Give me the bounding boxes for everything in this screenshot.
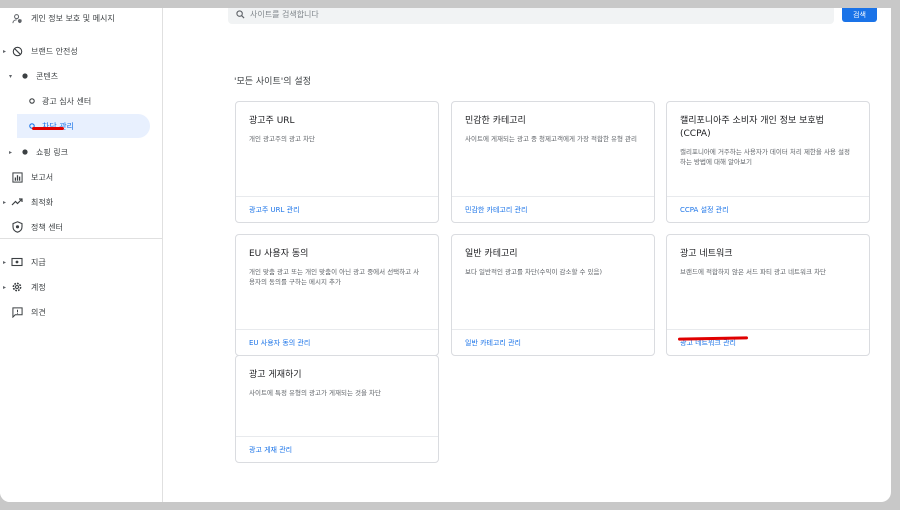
site-search-bar[interactable]: 사이트를 검색합니다 bbox=[228, 8, 834, 24]
sidebar-item-label: 정책 센터 bbox=[31, 222, 63, 232]
card-footer: 광고 네트워크 관리 bbox=[667, 329, 869, 355]
bar-chart-icon bbox=[11, 171, 23, 183]
sidebar-item-label: 콘텐츠 bbox=[36, 71, 59, 81]
card-description: 개인 맞춤 광고 또는 개인 맞춤이 아닌 광고 중에서 선택하고 사용자의 동… bbox=[249, 268, 420, 286]
shield-icon bbox=[11, 221, 23, 233]
sidebar-item-reports[interactable]: 보고서 bbox=[0, 165, 162, 189]
card-advertiser-url: 광고주 URL 개인 광고주의 광고 차단 광고주 URL 관리 bbox=[235, 101, 439, 223]
sidebar-item-policy-center[interactable]: 정책 센터 bbox=[0, 215, 162, 239]
expand-arrow-icon[interactable]: ▸ bbox=[3, 284, 6, 291]
expand-arrow-icon[interactable]: ▸ bbox=[9, 149, 12, 156]
card-ad-serving: 광고 게재하기 사이트에 특정 유형의 광고가 게재되는 것을 차단 광고 게재… bbox=[235, 355, 439, 463]
card-title: EU 사용자 동의 bbox=[249, 249, 309, 259]
sidebar-item-label: 광고 심사 센터 bbox=[42, 96, 92, 106]
sidebar-item-label: 최적화 bbox=[31, 197, 54, 207]
expand-arrow-icon[interactable]: ▸ bbox=[3, 259, 6, 266]
card-ccpa: 캘리포니아주 소비자 개인 정보 보호법 (CCPA) 캘리포니아에 거주하는 … bbox=[666, 101, 870, 223]
sidebar-item-blocking-controls[interactable]: 차단 관리 bbox=[0, 114, 162, 138]
card-description: 브랜드에 적합하지 않은 서드 파티 광고 네트워크 차단 bbox=[680, 268, 827, 276]
sidebar-item-brand-safety[interactable]: ▸ 브랜드 안전성 bbox=[0, 39, 162, 63]
sidebar-item-label: 지급 bbox=[31, 257, 46, 267]
manage-general-categories-link[interactable]: 일반 카테고리 관리 bbox=[465, 338, 521, 348]
app-frame: 게인 정보 보호 및 메시지 ▸ 브랜드 안전성 ▾ 콘텐츠 광고 심사 센터 bbox=[0, 8, 891, 502]
card-title: 일반 카테고리 bbox=[465, 249, 518, 259]
sidebar-item-privacy-messaging[interactable]: 게인 정보 보호 및 메시지 bbox=[0, 8, 162, 30]
card-title: 민감한 카테고리 bbox=[465, 116, 526, 126]
collapse-arrow-icon[interactable]: ▾ bbox=[9, 73, 12, 80]
card-general-categories: 일반 카테고리 보다 일반적인 광고를 차단(수익이 감소할 수 있음) 일반 … bbox=[451, 234, 655, 356]
sidebar-item-label: 브랜드 안전성 bbox=[31, 46, 78, 56]
sidebar-item-label: 의견 bbox=[31, 307, 46, 317]
card-sensitive-categories: 민감한 카테고리 사이트에 게재되는 광고 중 청제고객에게 가장 적합한 유형… bbox=[451, 101, 655, 223]
card-description: 사이트에 게재되는 광고 중 청제고객에게 가장 적합한 유형 관리 bbox=[465, 135, 638, 143]
person-shield-icon bbox=[11, 12, 23, 24]
circle-icon bbox=[26, 95, 38, 107]
sidebar-item-label: 게인 정보 보호 및 메시지 bbox=[31, 13, 115, 23]
sidebar: 게인 정보 보호 및 메시지 ▸ 브랜드 안전성 ▾ 콘텐츠 광고 심사 센터 bbox=[0, 8, 163, 502]
search-icon bbox=[236, 10, 245, 21]
card-eu-user-consent: EU 사용자 동의 개인 맞춤 광고 또는 개인 맞춤이 아닌 광고 중에서 선… bbox=[235, 234, 439, 356]
card-title: 광고주 URL bbox=[249, 116, 295, 126]
feedback-icon bbox=[11, 306, 23, 318]
sidebar-item-optimization[interactable]: ▸ 최적화 bbox=[0, 190, 162, 214]
sidebar-item-shopping-links[interactable]: ▸ 쇼핑 링크 bbox=[0, 140, 162, 164]
page-title: '모든 사이트'의 설정 bbox=[234, 77, 311, 87]
sidebar-item-account[interactable]: ▸ 계정 bbox=[0, 275, 162, 299]
dot-icon bbox=[19, 146, 31, 158]
sidebar-item-label: 쇼핑 링크 bbox=[36, 147, 68, 157]
manage-advertiser-url-link[interactable]: 광고주 URL 관리 bbox=[249, 205, 300, 215]
card-footer: 광고 게재 관리 bbox=[236, 436, 438, 462]
gear-icon bbox=[11, 281, 23, 293]
card-description: 보다 일반적인 광고를 차단(수익이 감소할 수 있음) bbox=[465, 268, 603, 276]
card-description: 사이트에 특정 유형의 광고가 게재되는 것을 차단 bbox=[249, 389, 381, 397]
card-title: 광고 게재하기 bbox=[249, 370, 302, 380]
search-button[interactable]: 검색 bbox=[842, 8, 877, 22]
dot-icon bbox=[19, 70, 31, 82]
trending-up-icon bbox=[11, 196, 23, 208]
card-footer: 민감한 카테고리 관리 bbox=[452, 196, 654, 222]
sidebar-item-payments[interactable]: ▸ 지급 bbox=[0, 250, 162, 274]
block-icon bbox=[11, 45, 23, 57]
circle-icon bbox=[26, 120, 38, 132]
sidebar-item-label: 보고서 bbox=[31, 172, 54, 182]
manage-sensitive-categories-link[interactable]: 민감한 카테고리 관리 bbox=[465, 205, 527, 215]
payments-icon bbox=[11, 256, 23, 268]
annotation-underline bbox=[32, 127, 64, 130]
card-footer: CCPA 설정 관리 bbox=[667, 196, 869, 222]
expand-arrow-icon[interactable]: ▸ bbox=[3, 48, 6, 55]
card-footer: 일반 카테고리 관리 bbox=[452, 329, 654, 355]
search-input[interactable]: 사이트를 검색합니다 bbox=[250, 9, 319, 20]
sidebar-item-ad-review-center[interactable]: 광고 심사 센터 bbox=[0, 89, 162, 113]
sidebar-item-content[interactable]: ▾ 콘텐츠 bbox=[0, 64, 162, 88]
card-description: 개인 광고주의 광고 차단 bbox=[249, 135, 315, 143]
sidebar-item-label: 계정 bbox=[31, 282, 46, 292]
card-title: 광고 네트워크 bbox=[680, 249, 733, 259]
expand-arrow-icon[interactable]: ▸ bbox=[3, 199, 6, 206]
manage-ad-serving-link[interactable]: 광고 게재 관리 bbox=[249, 445, 292, 455]
sidebar-divider bbox=[0, 238, 162, 239]
card-footer: 광고주 URL 관리 bbox=[236, 196, 438, 222]
manage-eu-consent-link[interactable]: EU 사용자 동의 관리 bbox=[249, 338, 310, 348]
manage-ccpa-link[interactable]: CCPA 설정 관리 bbox=[680, 205, 729, 215]
card-description: 캘리포니아에 거주하는 사용자가 데이터 처리 제한을 사용 설정하는 방법에 … bbox=[680, 148, 850, 166]
card-title: 캘리포니아주 소비자 개인 정보 보호법 (CCPA) bbox=[680, 116, 824, 139]
card-footer: EU 사용자 동의 관리 bbox=[236, 329, 438, 355]
sidebar-item-feedback[interactable]: 의견 bbox=[0, 300, 162, 324]
